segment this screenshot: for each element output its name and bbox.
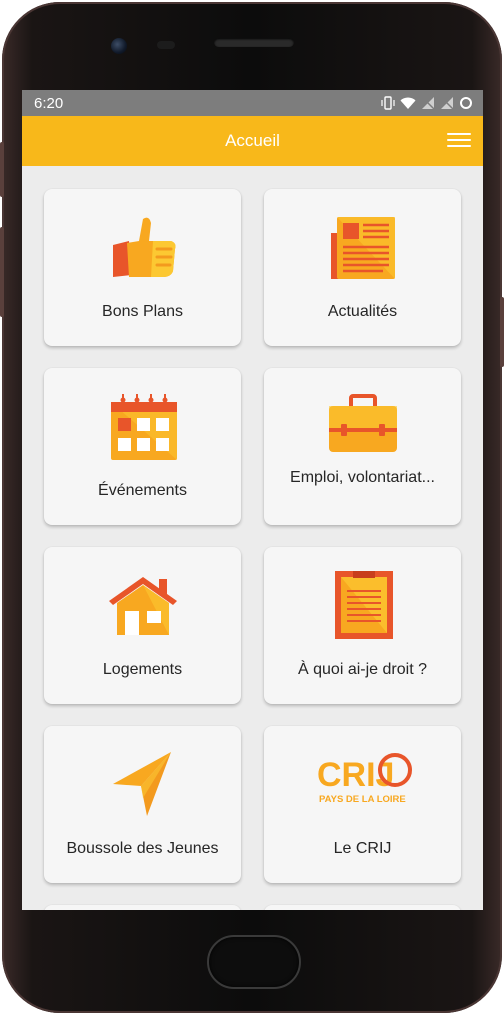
page-title: Accueil	[225, 131, 280, 150]
tile-actualites[interactable]: Actualités	[264, 189, 461, 346]
crij-logo: CRIJ PAYS DE LA LOIRE	[317, 753, 412, 805]
thumbs-up-icon	[112, 217, 175, 277]
svg-text:PAYS DE LA LOIRE: PAYS DE LA LOIRE	[319, 794, 406, 805]
alert-slider	[500, 297, 504, 367]
tile-crij[interactable]: CRIJ PAYS DE LA LOIRE Le CRIJ	[264, 726, 461, 883]
tile-droits[interactable]: À quoi ai-je droit ?	[264, 547, 461, 704]
tile-label: Emploi, volontariat...	[290, 469, 435, 486]
tile-label: Bons Plans	[102, 303, 183, 320]
tile-label: Événements	[98, 482, 187, 499]
tile-logements[interactable]: Logements	[44, 547, 241, 704]
clipboard-icon	[334, 571, 393, 639]
earpiece-speaker	[214, 38, 294, 47]
status-icons	[381, 96, 473, 110]
power-button	[0, 142, 4, 197]
status-time: 6:20	[34, 94, 64, 112]
volume-button	[0, 227, 4, 317]
newspaper-icon	[330, 217, 395, 279]
tile-bons-plans[interactable]: Bons Plans	[44, 189, 241, 346]
status-bar: 6:20	[22, 90, 483, 116]
house-icon	[108, 577, 177, 635]
calendar-icon	[110, 394, 177, 460]
no-signal-icon	[441, 97, 454, 110]
vibrate-icon	[381, 96, 395, 110]
tile-label: Logements	[102, 661, 183, 678]
home-button[interactable]	[207, 935, 301, 989]
tile-label: Le CRIJ	[333, 840, 392, 857]
tile-emploi[interactable]: Emploi, volontariat...	[264, 368, 461, 525]
hamburger-menu-icon[interactable]	[447, 129, 471, 151]
front-camera	[111, 38, 127, 54]
battery-charging-icon	[460, 97, 472, 109]
tile-label: Actualités	[327, 303, 398, 320]
tile-partial[interactable]	[264, 905, 461, 910]
proximity-sensor	[157, 41, 175, 49]
tile-label: Boussole des Jeunes	[66, 840, 219, 857]
briefcase-icon	[328, 394, 397, 452]
screen: 6:20 Accueil Bons Plans Actualités Événe…	[22, 90, 483, 910]
no-signal-icon	[422, 97, 435, 110]
app-bar: Accueil	[22, 116, 483, 166]
tile-evenements[interactable]: Événements	[44, 368, 241, 525]
wifi-icon	[400, 97, 416, 109]
tile-label: À quoi ai-je droit ?	[298, 661, 427, 678]
tile-partial[interactable]	[44, 905, 241, 910]
tile-boussole[interactable]: Boussole des Jeunes	[44, 726, 241, 883]
navigation-arrow-icon	[112, 752, 171, 816]
